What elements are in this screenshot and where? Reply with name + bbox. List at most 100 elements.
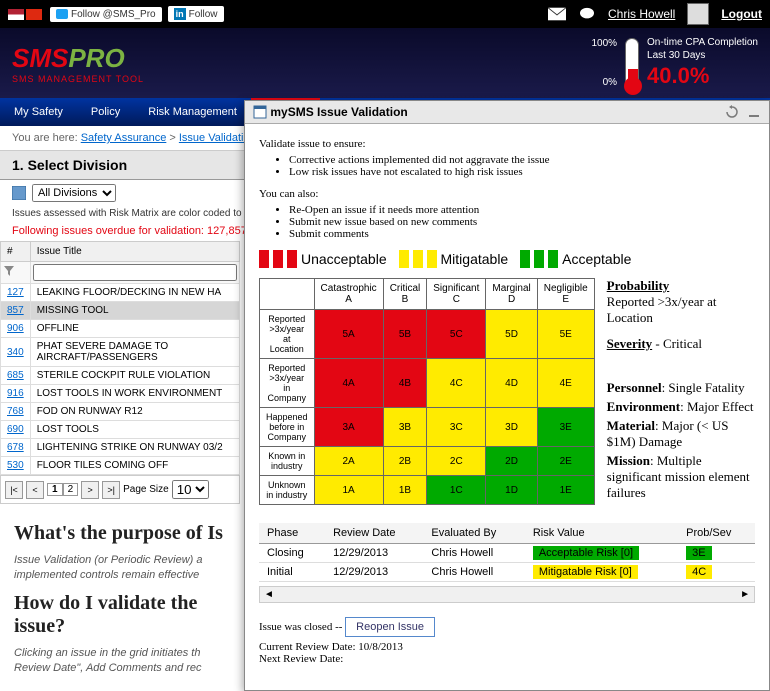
matrix-cell[interactable]: 4C bbox=[427, 359, 486, 408]
flag-cn[interactable] bbox=[26, 9, 42, 20]
issue-title: FLOOR TILES COMING OFF bbox=[30, 457, 239, 475]
pagesize-select[interactable]: 10 bbox=[172, 480, 209, 499]
table-row[interactable]: 768 FOD ON RUNWAY R12 bbox=[1, 403, 240, 421]
matrix-cell[interactable]: 4B bbox=[383, 359, 427, 408]
linkedin-label: Follow bbox=[189, 9, 218, 20]
matrix-cell[interactable]: 5D bbox=[486, 310, 537, 359]
twitter-follow-button[interactable]: Follow @SMS_Pro bbox=[50, 7, 162, 22]
pager-prev[interactable]: < bbox=[26, 481, 44, 499]
linkedin-follow-button[interactable]: in Follow bbox=[168, 6, 224, 22]
breadcrumb-link[interactable]: Safety Assurance bbox=[81, 132, 167, 144]
issue-id-link[interactable]: 916 bbox=[7, 388, 24, 399]
matrix-col-header: CriticalB bbox=[383, 279, 427, 310]
matrix-cell[interactable]: 4E bbox=[537, 359, 594, 408]
table-row[interactable]: 340PHAT SEVERE DAMAGE TO AIRCRAFT/PASSEN… bbox=[1, 338, 240, 367]
matrix-cell[interactable]: 1E bbox=[537, 476, 594, 505]
article-text: Clicking an issue in the grid initiates … bbox=[14, 646, 226, 677]
matrix-cell[interactable]: 2B bbox=[383, 447, 427, 476]
flags bbox=[8, 9, 42, 20]
top-bar: Follow @SMS_Pro in Follow Chris Howell L… bbox=[0, 0, 770, 28]
pager-first[interactable]: |< bbox=[5, 481, 23, 499]
matrix-cell[interactable]: 3B bbox=[383, 408, 427, 447]
nav-item[interactable]: Risk Management bbox=[134, 98, 251, 126]
table-row[interactable]: 678LIGHTENING STRIKE ON RUNWAY 03/2 bbox=[1, 439, 240, 457]
pager-page[interactable]: 2 bbox=[63, 483, 79, 496]
prob-label: Probability bbox=[607, 278, 670, 293]
table-row[interactable]: 685STERILE COCKPIT RULE VIOLATION bbox=[1, 367, 240, 385]
matrix-cell[interactable]: 4A bbox=[314, 359, 383, 408]
filter-icon[interactable] bbox=[3, 265, 15, 277]
issue-id-link[interactable]: 127 bbox=[7, 287, 24, 298]
matrix-cell[interactable]: 4D bbox=[486, 359, 537, 408]
issue-id-link[interactable]: 678 bbox=[7, 442, 24, 453]
mail-icon[interactable] bbox=[548, 7, 566, 21]
phase-col-header: Evaluated By bbox=[423, 523, 524, 544]
table-row[interactable]: 690 LOST TOOLS bbox=[1, 421, 240, 439]
also: You can also: bbox=[259, 188, 755, 200]
matrix-cell[interactable]: 1A bbox=[314, 476, 383, 505]
issue-id-link[interactable]: 906 bbox=[7, 323, 24, 334]
table-row[interactable]: 857MISSING TOOL bbox=[1, 302, 240, 320]
cpa-subtitle: Last 30 Days bbox=[647, 49, 758, 62]
table-row[interactable]: 916LOST TOOLS IN WORK ENVIRONMENT bbox=[1, 385, 240, 403]
issue-id-link[interactable]: 340 bbox=[7, 347, 24, 358]
matrix-cell[interactable]: 3C bbox=[427, 408, 486, 447]
avatar[interactable] bbox=[687, 3, 709, 25]
issue-id-link[interactable]: 857 bbox=[7, 305, 24, 316]
phase-scrollbar[interactable]: ◄► bbox=[259, 586, 755, 603]
severity-def: Mission: Multiple significant mission el… bbox=[607, 453, 755, 501]
matrix-cell[interactable]: 1B bbox=[383, 476, 427, 505]
matrix-cell[interactable]: 5B bbox=[383, 310, 427, 359]
matrix-cell[interactable]: 3E bbox=[537, 408, 594, 447]
nav-item[interactable]: Policy bbox=[77, 98, 134, 126]
matrix-cell[interactable]: 5C bbox=[427, 310, 486, 359]
division-filter-icon[interactable] bbox=[12, 186, 26, 200]
cpa-value: 40.0% bbox=[647, 62, 758, 91]
issue-id-link[interactable]: 690 bbox=[7, 424, 24, 435]
issue-id-link[interactable]: 685 bbox=[7, 370, 24, 381]
username-link[interactable]: Chris Howell bbox=[608, 7, 675, 21]
matrix-cell[interactable]: 3D bbox=[486, 408, 537, 447]
matrix-row-header: Happened before in Company bbox=[260, 408, 315, 447]
list-item: Low risk issues have not escalated to hi… bbox=[289, 166, 755, 178]
legend-swatch-red bbox=[259, 250, 269, 268]
matrix-cell[interactable]: 2C bbox=[427, 447, 486, 476]
division-select[interactable]: All Divisions bbox=[32, 184, 116, 202]
logout-link[interactable]: Logout bbox=[721, 7, 762, 21]
chat-icon[interactable] bbox=[578, 7, 596, 21]
table-row[interactable]: 127LEAKING FLOOR/DECKING IN NEW HA bbox=[1, 284, 240, 302]
gauge-top-label: 100% bbox=[591, 38, 617, 49]
article-heading: How do I validate the issue? bbox=[14, 592, 226, 638]
matrix-cell[interactable]: 1D bbox=[486, 476, 537, 505]
matrix-cell[interactable]: 2A bbox=[314, 447, 383, 476]
matrix-cell[interactable]: 5E bbox=[537, 310, 594, 359]
sev-value: - Critical bbox=[652, 336, 702, 351]
issue-title: LOST TOOLS bbox=[30, 421, 239, 439]
pager-page[interactable]: 1 bbox=[47, 483, 63, 496]
table-row[interactable]: 530 FLOOR TILES COMING OFF bbox=[1, 457, 240, 475]
matrix-cell[interactable]: 5A bbox=[314, 310, 383, 359]
issue-title: FOD ON RUNWAY R12 bbox=[30, 403, 239, 421]
issue-id-link[interactable]: 768 bbox=[7, 406, 24, 417]
nav-item[interactable]: My Safety bbox=[0, 98, 77, 126]
modal-title: mySMS Issue Validation bbox=[270, 105, 407, 119]
refresh-icon[interactable] bbox=[725, 105, 739, 119]
minimize-icon[interactable] bbox=[747, 105, 761, 119]
matrix-details: Probability Reported >3x/year at Locatio… bbox=[607, 278, 755, 505]
pager-next[interactable]: > bbox=[81, 481, 99, 499]
flag-us[interactable] bbox=[8, 9, 24, 20]
table-row[interactable]: 906OFFLINE bbox=[1, 320, 240, 338]
matrix-cell[interactable]: 1C bbox=[427, 476, 486, 505]
matrix-cell[interactable]: 2D bbox=[486, 447, 537, 476]
matrix-cell[interactable]: 2E bbox=[537, 447, 594, 476]
matrix-col-header: MarginalD bbox=[486, 279, 537, 310]
matrix-cell[interactable]: 3A bbox=[314, 408, 383, 447]
col-header-title[interactable]: Issue Title bbox=[30, 242, 239, 262]
title-filter-input[interactable] bbox=[33, 264, 237, 281]
reopen-button[interactable]: Reopen Issue bbox=[345, 617, 435, 637]
legend-swatch-yellow bbox=[399, 250, 409, 268]
pager-last[interactable]: >| bbox=[102, 481, 120, 499]
issue-id-link[interactable]: 530 bbox=[7, 460, 24, 471]
col-header-id[interactable]: # bbox=[1, 242, 31, 262]
intro: Validate issue to ensure: bbox=[259, 138, 755, 150]
